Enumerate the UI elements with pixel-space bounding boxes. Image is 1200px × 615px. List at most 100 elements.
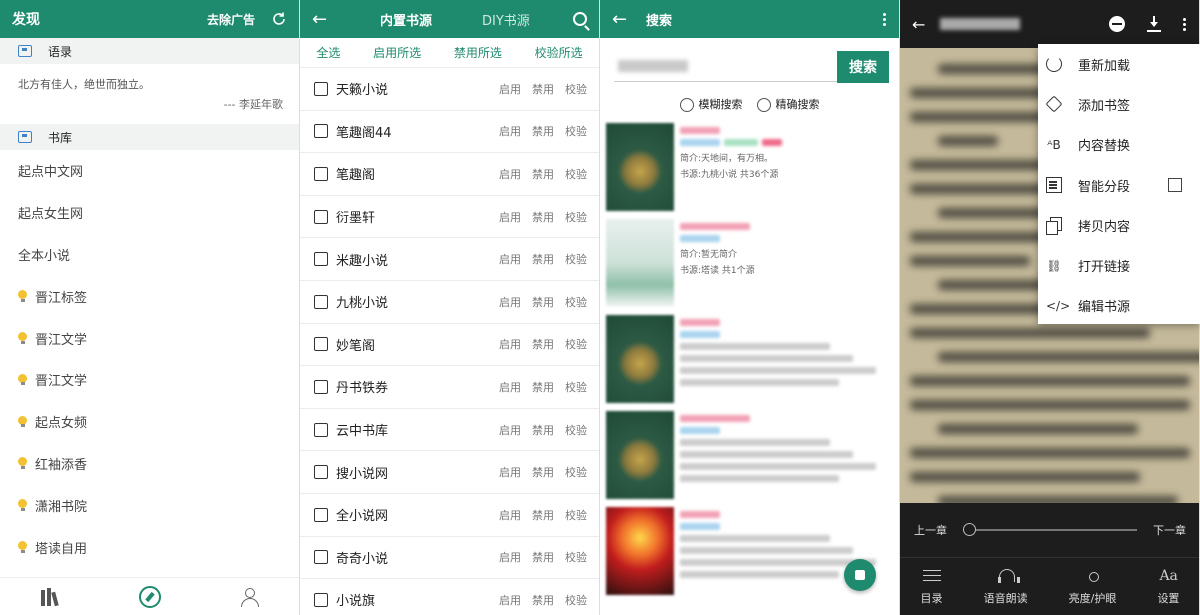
tab-builtin-sources[interactable]: 内置书源 — [380, 10, 432, 29]
library-item[interactable]: 晋江标签 — [0, 275, 299, 317]
search-result[interactable] — [600, 405, 899, 501]
search-button[interactable]: 搜索 — [837, 51, 889, 83]
reader-bottom-item[interactable]: 亮度/护眼 — [1069, 568, 1116, 606]
source-checkbox[interactable] — [314, 124, 328, 139]
source-checkbox[interactable] — [314, 592, 328, 607]
stop-search-button[interactable] — [844, 559, 876, 591]
slider-thumb[interactable] — [963, 523, 976, 536]
source-checkbox[interactable] — [314, 465, 328, 480]
back-arrow-icon[interactable]: ← — [312, 9, 342, 30]
menu-item[interactable]: 智能分段 — [1038, 165, 1200, 205]
enable-button[interactable]: 启用 — [499, 251, 521, 267]
check-button[interactable]: 校验 — [565, 379, 587, 395]
enable-button[interactable]: 启用 — [499, 123, 521, 139]
refresh-icon[interactable] — [271, 11, 287, 27]
enable-button[interactable]: 启用 — [499, 379, 521, 395]
menu-item[interactable]: ᴬB 内容替换 — [1038, 125, 1200, 165]
back-arrow-icon[interactable]: ← — [612, 9, 642, 30]
remove-ads-button[interactable]: 去除广告 — [207, 11, 255, 28]
enable-button[interactable]: 启用 — [499, 549, 521, 565]
library-item[interactable]: 起点中文网 — [0, 150, 299, 192]
check-button[interactable]: 校验 — [565, 209, 587, 225]
reader-bottom-item[interactable]: 语音朗读 — [984, 568, 1028, 606]
library-item[interactable]: 晋江文学 — [0, 359, 299, 401]
disable-button[interactable]: 禁用 — [532, 294, 554, 310]
reader-bottom-item[interactable]: 目录 — [921, 568, 943, 606]
library-item[interactable]: 塔读自用 — [0, 526, 299, 568]
enable-button[interactable]: 启用 — [499, 81, 521, 97]
chapter-slider[interactable] — [963, 523, 1137, 536]
enable-button[interactable]: 启用 — [499, 464, 521, 480]
enable-button[interactable]: 启用 — [499, 422, 521, 438]
disable-button[interactable]: 禁用 — [532, 464, 554, 480]
reader-bottom-item[interactable]: Aa 设置 — [1157, 568, 1179, 606]
check-button[interactable]: 校验 — [565, 422, 587, 438]
menu-item[interactable]: </> 编辑书源 — [1038, 286, 1200, 326]
disable-button[interactable]: 禁用 — [532, 422, 554, 438]
library-item[interactable]: 红袖添香 — [0, 443, 299, 485]
next-chapter-button[interactable]: 下一章 — [1153, 522, 1186, 538]
check-button[interactable]: 校验 — [565, 336, 587, 352]
check-button[interactable]: 校验 — [565, 166, 587, 182]
disable-button[interactable]: 禁用 — [532, 251, 554, 267]
user-icon[interactable] — [239, 586, 261, 608]
check-button[interactable]: 校验 — [565, 123, 587, 139]
search-result[interactable]: 简介:暂无简介 书源:塔读 共1个源 — [600, 213, 899, 309]
disable-button[interactable]: 禁用 — [532, 549, 554, 565]
check-button[interactable]: 校验 — [565, 592, 587, 608]
source-checkbox[interactable] — [314, 422, 328, 437]
download-icon[interactable] — [1147, 16, 1161, 32]
tab-diy-sources[interactable]: DIY书源 — [482, 10, 530, 29]
check-button[interactable]: 校验 — [565, 81, 587, 97]
menu-item[interactable]: 添加书签 — [1038, 84, 1200, 124]
search-result[interactable] — [600, 309, 899, 405]
change-source-icon[interactable] — [1109, 16, 1125, 32]
menu-item[interactable]: 重新加载 — [1038, 44, 1200, 84]
source-checkbox[interactable] — [314, 252, 328, 267]
disable-button[interactable]: 禁用 — [532, 336, 554, 352]
check-button[interactable]: 校验 — [565, 251, 587, 267]
library-item[interactable]: 晋江文学 — [0, 317, 299, 359]
menu-item[interactable]: 拷贝内容 — [1038, 205, 1200, 245]
search-input[interactable] — [614, 52, 837, 82]
menu-item[interactable]: ⛓ 打开链接 — [1038, 245, 1200, 285]
source-checkbox[interactable] — [314, 507, 328, 522]
exact-search-radio[interactable]: 精确搜索 — [756, 96, 820, 112]
disable-button[interactable]: 禁用 — [532, 592, 554, 608]
library-item[interactable]: 起点女频 — [0, 401, 299, 443]
disable-button[interactable]: 禁用 — [532, 379, 554, 395]
enable-button[interactable]: 启用 — [499, 592, 521, 608]
disable-button[interactable]: 禁用 — [532, 209, 554, 225]
compass-icon[interactable] — [139, 585, 161, 608]
disable-button[interactable]: 禁用 — [532, 166, 554, 182]
back-arrow-icon[interactable]: ← — [912, 15, 926, 34]
check-button[interactable]: 校验 — [565, 549, 587, 565]
library-item[interactable]: 全本小说 — [0, 234, 299, 276]
more-vert-icon[interactable] — [1183, 17, 1187, 31]
select-all-button[interactable]: 全选 — [316, 44, 340, 61]
source-checkbox[interactable] — [314, 294, 328, 309]
more-vert-icon[interactable] — [883, 12, 887, 26]
disable-button[interactable]: 禁用 — [532, 123, 554, 139]
source-checkbox[interactable] — [314, 379, 328, 394]
smart-paragraph-checkbox[interactable] — [1168, 178, 1182, 193]
check-button[interactable]: 校验 — [565, 507, 587, 523]
source-checkbox[interactable] — [314, 337, 328, 352]
fuzzy-search-radio[interactable]: 模糊搜索 — [679, 96, 743, 112]
library-item[interactable]: 起点女生网 — [0, 192, 299, 234]
enable-button[interactable]: 启用 — [499, 166, 521, 182]
enable-button[interactable]: 启用 — [499, 507, 521, 523]
source-checkbox[interactable] — [314, 166, 328, 181]
check-selected-button[interactable]: 校验所选 — [535, 44, 583, 61]
library-item[interactable]: 潇湘书院 — [0, 484, 299, 526]
prev-chapter-button[interactable]: 上一章 — [914, 522, 947, 538]
search-result[interactable]: 简介:天地间，有万相。 书源:九桃小说 共36个源 — [600, 117, 899, 213]
source-checkbox[interactable] — [314, 209, 328, 224]
bookshelf-icon[interactable] — [39, 586, 61, 608]
enable-button[interactable]: 启用 — [499, 336, 521, 352]
disable-selected-button[interactable]: 禁用所选 — [454, 44, 502, 61]
check-button[interactable]: 校验 — [565, 294, 587, 310]
enable-selected-button[interactable]: 启用所选 — [373, 44, 421, 61]
enable-button[interactable]: 启用 — [499, 294, 521, 310]
disable-button[interactable]: 禁用 — [532, 507, 554, 523]
